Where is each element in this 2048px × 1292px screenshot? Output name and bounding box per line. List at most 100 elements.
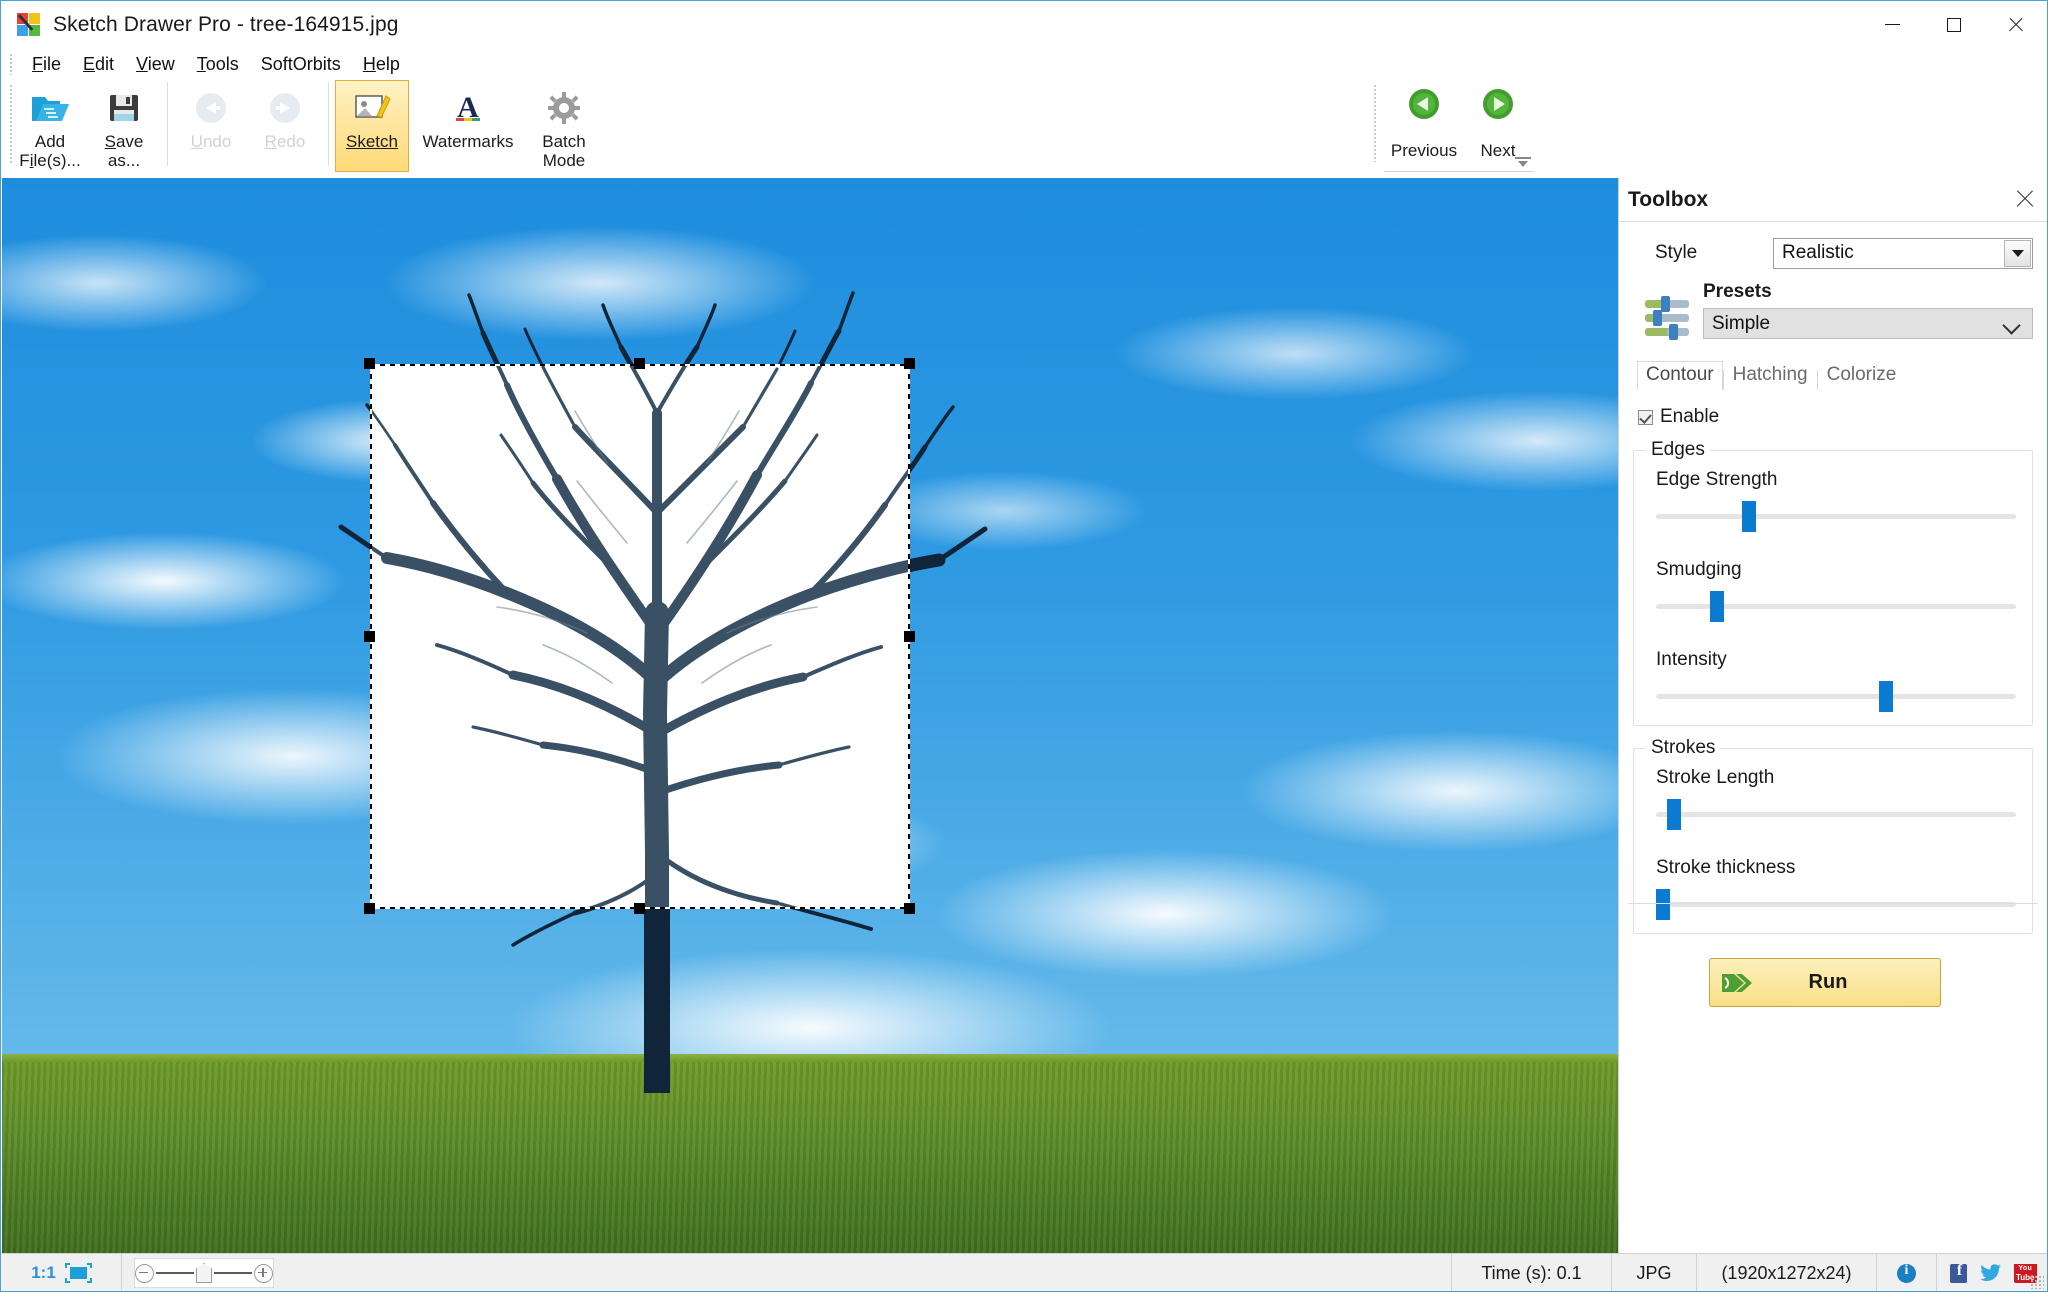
add-files-button[interactable]: Add File(s)...	[13, 80, 87, 172]
stroke-length-slider[interactable]	[1656, 799, 2016, 830]
gear-icon	[547, 86, 581, 130]
menu-softorbits[interactable]: SoftOrbits	[250, 52, 352, 77]
smudging-slider[interactable]	[1656, 591, 2016, 622]
slider-track	[1656, 694, 2016, 699]
style-value: Realistic	[1782, 242, 1854, 263]
toolbar-history-group: Undo Redo	[174, 80, 322, 172]
zoom-ratio-label[interactable]: 1:1	[31, 1263, 56, 1283]
selection-handle-nw[interactable]	[364, 358, 375, 369]
enable-label: Enable	[1660, 406, 1720, 427]
watermarks-button[interactable]: A Watermarks	[409, 80, 527, 172]
selection-handle-e[interactable]	[904, 631, 915, 642]
strokes-legend: Strokes	[1646, 737, 1721, 759]
letter-a-icon: A	[451, 86, 485, 130]
save-as-button[interactable]: Save as...	[87, 80, 161, 172]
menu-help[interactable]: Help	[352, 52, 411, 77]
batch-mode-button[interactable]: Batch Mode	[527, 80, 601, 172]
redo-label: Redo	[264, 132, 306, 151]
run-button[interactable]: Run	[1709, 958, 1941, 1007]
minimize-icon	[1884, 24, 1900, 25]
youtube-top-text: You	[2013, 1263, 2037, 1273]
format-label: JPG	[1636, 1262, 1672, 1283]
toolbar-effects-group: Sketch A Watermarks Batch Mode	[335, 80, 601, 172]
selection-handle-n[interactable]	[634, 358, 645, 369]
presets-value: Simple	[1712, 312, 1771, 334]
chevron-down-icon	[2011, 249, 2024, 257]
previous-button[interactable]: Previous	[1387, 80, 1461, 161]
zoom-slider-widget[interactable]	[134, 1258, 274, 1288]
menu-drag-grip[interactable]	[9, 53, 13, 75]
style-dropdown-button[interactable]	[2004, 239, 2031, 267]
minimize-button[interactable]	[1861, 1, 1923, 48]
open-folder-icon	[30, 86, 70, 130]
info-icon[interactable]	[1897, 1263, 1916, 1283]
save-as-label: Save as...	[104, 132, 144, 171]
slider-thumb[interactable]	[1710, 591, 1724, 622]
toolbar-overflow-icon[interactable]	[1514, 155, 1532, 169]
sliders-preset-icon	[1641, 293, 1693, 345]
enable-checkbox[interactable]	[1638, 409, 1653, 425]
slider-thumb[interactable]	[1656, 889, 1670, 920]
zoom-slider-thumb[interactable]	[196, 1263, 212, 1283]
window-resize-grip[interactable]	[2030, 1275, 2044, 1289]
toolbox-close-icon[interactable]	[2015, 189, 2035, 209]
menu-file[interactable]: File	[21, 52, 72, 77]
window-title: Sketch Drawer Pro - tree-164915.jpg	[53, 12, 399, 36]
maximize-button[interactable]	[1923, 1, 1985, 48]
menu-bar: File Edit View Tools SoftOrbits Help	[1, 48, 2047, 80]
stroke-length-label: Stroke Length	[1656, 767, 1775, 788]
presets-label: Presets	[1703, 281, 1772, 302]
edges-legend: Edges	[1646, 439, 1710, 461]
zoom-out-icon[interactable]	[135, 1263, 154, 1283]
slider-track	[1656, 812, 2016, 817]
enable-row[interactable]: Enable	[1633, 406, 2033, 428]
next-button[interactable]: Next	[1461, 80, 1535, 161]
processing-time-label: Time (s): 0.1	[1481, 1262, 1582, 1283]
toolbox-header: Toolbox	[1619, 178, 2047, 222]
zoom-track-left	[156, 1272, 194, 1274]
menu-edit[interactable]: Edit	[72, 52, 125, 77]
slider-track	[1656, 514, 2016, 519]
toolbox-panel: Toolbox Style Realistic Presets Simple C…	[1618, 178, 2047, 1253]
selection-handle-s[interactable]	[634, 903, 645, 914]
sketch-button[interactable]: Sketch	[335, 80, 409, 172]
menu-tools[interactable]: Tools	[186, 52, 250, 77]
add-files-label: Add File(s)...	[19, 132, 81, 171]
selection-handle-se[interactable]	[904, 903, 915, 914]
intensity-label: Intensity	[1656, 649, 1727, 670]
sketch-rendered-tree	[370, 364, 910, 909]
chevron-down-icon	[2002, 316, 2021, 335]
sketch-preview-region	[370, 364, 910, 909]
intensity-slider[interactable]	[1656, 681, 2016, 712]
selection-handle-sw[interactable]	[364, 903, 375, 914]
run-label: Run	[1808, 971, 1848, 993]
close-button[interactable]	[1985, 1, 2047, 48]
stroke-thickness-slider[interactable]	[1656, 889, 2016, 920]
tab-hatching[interactable]: Hatching	[1724, 361, 1817, 390]
twitter-icon[interactable]	[1979, 1264, 2001, 1282]
menu-view[interactable]: View	[125, 52, 186, 77]
format-cell: JPG	[1612, 1253, 1697, 1291]
slider-thumb[interactable]	[1879, 681, 1894, 712]
previous-label: Previous	[1390, 141, 1458, 160]
selection-handle-ne[interactable]	[904, 358, 915, 369]
tab-contour[interactable]: Contour	[1637, 361, 1723, 390]
slider-thumb[interactable]	[1666, 799, 1681, 830]
toolbox-title: Toolbox	[1628, 187, 1709, 211]
zoom-in-icon[interactable]	[254, 1263, 273, 1283]
nav-drag-grip[interactable]	[1373, 84, 1377, 162]
edge-strength-slider[interactable]	[1656, 501, 2016, 532]
undo-arrow-icon	[193, 86, 229, 130]
undo-label: Undo	[190, 132, 232, 151]
tab-colorize[interactable]: Colorize	[1818, 361, 1906, 390]
image-canvas[interactable]	[2, 178, 1618, 1253]
fit-to-screen-icon[interactable]	[64, 1263, 92, 1283]
green-left-arrow-icon	[1408, 88, 1440, 125]
edge-strength-label: Edge Strength	[1656, 469, 1778, 490]
style-row: Style Realistic	[1633, 231, 2033, 275]
slider-thumb[interactable]	[1742, 501, 1757, 532]
presets-select[interactable]: Simple	[1703, 308, 2033, 339]
style-select[interactable]: Realistic	[1773, 237, 2033, 269]
selection-handle-w[interactable]	[364, 631, 375, 642]
facebook-icon[interactable]	[1950, 1262, 1969, 1283]
